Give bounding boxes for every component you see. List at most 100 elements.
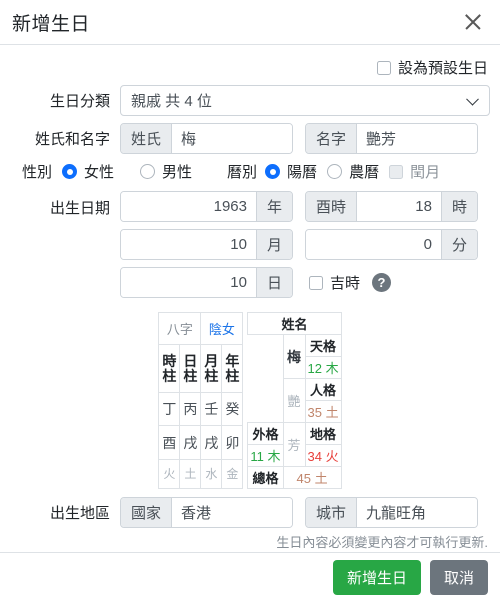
name-chart-tian-value: 12 木 <box>304 356 342 379</box>
bazi-pillar-row: 時柱 日柱 月柱 年柱 <box>158 344 244 393</box>
question-mark-icon[interactable]: ? <box>372 273 392 292</box>
bazi-branch-year: 卯 <box>221 425 244 460</box>
country-input[interactable]: 香港 <box>172 498 292 527</box>
hour-input[interactable]: 18 <box>357 192 441 221</box>
name-chart-di-value: 34 火 <box>304 444 342 467</box>
gender-option-male[interactable]: 男性 <box>140 161 192 182</box>
name-chart-tian-label: 天格 <box>304 334 342 357</box>
auspicious-row: 吉時 ? <box>305 267 478 298</box>
calendar-option-solar[interactable]: 陽曆 <box>265 161 317 182</box>
name-chart-zong-value: 45 土 <box>282 466 342 489</box>
bazi-stem-month: 壬 <box>200 391 223 427</box>
hour-input-group: 酉時 18 時 <box>305 191 478 222</box>
name-chart-zong-label: 總格 <box>247 466 284 489</box>
leap-month-option: 閏月 <box>389 161 440 182</box>
year-addon: 年 <box>255 192 292 221</box>
category-selected-value: 親戚 共 4 位 <box>131 93 212 110</box>
city-input-group: 城市 九龍旺角 <box>305 497 478 528</box>
bazi-table: 八字 陰女 時柱 日柱 月柱 年柱 丁 丙 壬 癸 酉 戌 戌 卯 火 土 水 … <box>158 312 244 490</box>
name-chart-header-row: 姓名 <box>247 312 342 335</box>
name-row: 姓氏和名字 姓氏 梅 名字 艷芳 <box>10 123 490 154</box>
day-input[interactable]: 10 <box>121 268 256 297</box>
name-chart-spacer-2 <box>248 379 283 423</box>
date-column: 1963 年 10 月 10 日 <box>120 191 293 305</box>
surname-input[interactable]: 梅 <box>172 124 292 153</box>
minute-addon: 分 <box>440 230 477 259</box>
calendar-solar-label: 陽曆 <box>287 164 318 181</box>
category-select[interactable]: 親戚 共 4 位 <box>120 85 490 116</box>
minute-input[interactable]: 0 <box>306 230 441 259</box>
radio-lunar[interactable] <box>327 164 343 179</box>
birthdate-grid: 1963 年 10 月 10 日 酉時 18 時 0 分 吉時 ? <box>120 191 478 305</box>
name-chart-title: 姓名 <box>247 312 342 335</box>
country-addon: 國家 <box>121 498 173 527</box>
name-chart-surname-char: 梅 <box>282 334 306 379</box>
bazi-pillar-year: 年柱 <box>221 344 244 393</box>
given-name-input[interactable]: 艷芳 <box>357 124 477 153</box>
cancel-button[interactable]: 取消 <box>429 560 488 595</box>
calendar-option-lunar[interactable]: 農曆 <box>327 161 379 182</box>
bazi-header-row: 八字 陰女 <box>158 312 244 345</box>
gender-option-female[interactable]: 女性 <box>62 161 114 182</box>
city-input[interactable]: 九龍旺角 <box>357 498 477 527</box>
day-input-group: 10 日 <box>120 267 293 298</box>
bazi-element-year: 金 <box>221 458 244 490</box>
name-chart-di-label-row: 外格 芳 地格 <box>247 422 342 467</box>
month-input[interactable]: 10 <box>121 230 256 259</box>
surname-addon: 姓氏 <box>121 124 173 153</box>
default-birthday-label: 設為預設生日 <box>397 60 488 77</box>
bazi-branch-month: 戌 <box>200 425 223 460</box>
name-chart-ren-label: 人格 <box>304 378 342 401</box>
dialog-title: 新增生日 <box>12 13 91 35</box>
submit-button[interactable]: 新增生日 <box>332 560 421 595</box>
name-chart-table: 姓名 梅 天格 12 木 艷 人格 35 土 外格 芳 地格 11 木 34 火… <box>247 312 342 489</box>
calendar-label: 曆別 <box>227 164 258 181</box>
name-chart-di-label: 地格 <box>304 422 342 445</box>
bazi-pillar-day: 日柱 <box>179 344 202 393</box>
hour-branch-addon: 酉時 <box>306 192 358 221</box>
hour-addon: 時 <box>440 192 477 221</box>
bazi-element-hour: 火 <box>158 458 181 490</box>
name-chart-wai-value: 11 木 <box>247 444 284 467</box>
name-chart-zong-row: 總格 45 土 <box>247 466 342 489</box>
bazi-name-charts: 八字 陰女 時柱 日柱 月柱 年柱 丁 丙 壬 癸 酉 戌 戌 卯 火 土 水 … <box>10 312 490 490</box>
gender-label: 性別 <box>21 164 52 181</box>
close-icon[interactable] <box>460 9 486 35</box>
category-label: 生日分類 <box>49 93 110 110</box>
radio-solar[interactable] <box>265 164 281 179</box>
bazi-title: 八字 <box>158 312 202 345</box>
name-chart-wai-label: 外格 <box>247 422 284 445</box>
gender-male-label: 男性 <box>162 164 193 181</box>
month-input-group: 10 月 <box>120 229 293 260</box>
year-input[interactable]: 1963 <box>121 192 256 221</box>
bazi-stem-hour: 丁 <box>158 391 181 427</box>
country-input-group: 國家 香港 <box>120 497 293 528</box>
bazi-pillar-hour: 時柱 <box>158 344 181 393</box>
default-birthday-checkbox[interactable] <box>376 60 391 75</box>
radio-female[interactable] <box>62 164 77 179</box>
given-name-addon: 名字 <box>306 124 358 153</box>
region-row: 出生地區 國家 香港 城市 九龍旺角 <box>10 497 490 528</box>
auspicious-label: 吉時 <box>330 275 361 292</box>
bazi-element-day: 土 <box>179 458 202 490</box>
name-chart-ren-value: 35 土 <box>304 400 342 423</box>
bazi-stem-row: 丁 丙 壬 癸 <box>158 391 244 427</box>
chevron-down-icon <box>466 92 479 106</box>
dialog-footer: 新增生日 取消 <box>0 552 500 602</box>
gender-calendar-row: 性別 女性 男性 曆別 陽曆 農曆 閏月 <box>10 161 490 182</box>
bazi-stem-day: 丙 <box>179 391 202 427</box>
birthdate-row: 出生日期 1963 年 10 月 10 日 酉時 18 時 0 分 吉時 ? <box>10 191 490 305</box>
bazi-branch-row: 酉 戌 戌 卯 <box>158 425 244 460</box>
bazi-stem-year: 癸 <box>221 391 244 427</box>
leap-month-label: 閏月 <box>410 164 441 181</box>
name-chart-spacer <box>248 335 283 379</box>
calendar-lunar-label: 農曆 <box>349 164 380 181</box>
auspicious-checkbox[interactable] <box>309 275 323 290</box>
surname-input-group: 姓氏 梅 <box>120 123 293 154</box>
name-chart-given-char-2: 芳 <box>282 422 306 467</box>
update-hint: 生日內容必須變更內容才可執行更新. <box>276 535 488 550</box>
year-input-group: 1963 年 <box>120 191 293 222</box>
bazi-pillar-month: 月柱 <box>200 344 223 393</box>
bazi-polarity: 陰女 <box>200 312 244 345</box>
radio-male[interactable] <box>140 164 156 179</box>
